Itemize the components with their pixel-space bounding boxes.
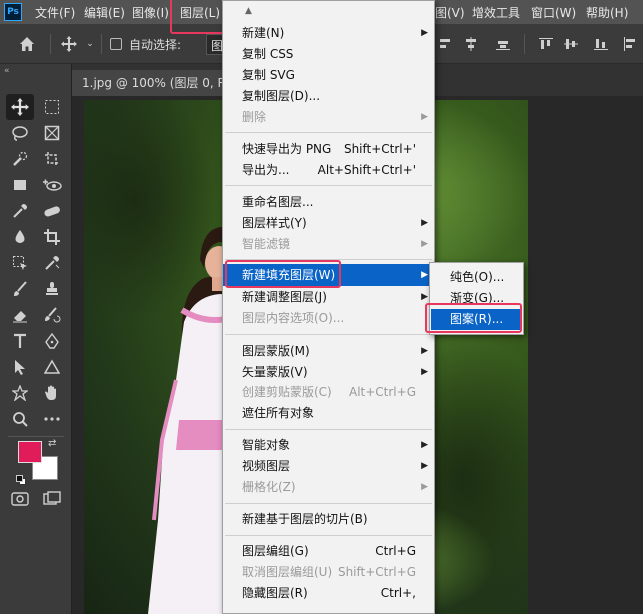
menu-item-copy-svg[interactable]: 复制 SVG: [223, 65, 434, 86]
distribute-vertical-center-icon[interactable]: [563, 36, 579, 52]
lasso-tool-icon[interactable]: [6, 120, 34, 146]
menu-item-hide-layers[interactable]: 隐藏图层(R) Ctrl+,: [223, 583, 434, 604]
more-tools-icon[interactable]: [38, 406, 66, 432]
menu-item-video-layers[interactable]: 视频图层 ▶: [223, 456, 434, 477]
brush-tool-icon[interactable]: [6, 276, 34, 302]
auto-select-label: 自动选择:: [129, 38, 182, 52]
layer-menu-dropdown: ▲ 新建(N) ▶ 复制 CSS 复制 SVG 复制图层(D)... 删除 ▶ 快速…: [222, 0, 435, 614]
custom-shape-tool-icon[interactable]: [6, 380, 34, 406]
spot-healing-tool-icon[interactable]: [38, 198, 66, 224]
home-icon[interactable]: [14, 34, 40, 54]
menu-item-rename-layer[interactable]: 重命名图层...: [223, 192, 434, 213]
hand-tool-icon[interactable]: [38, 380, 66, 406]
menu-item-copy-css[interactable]: 复制 CSS: [223, 44, 434, 65]
menu-item-create-clipping-mask[interactable]: 创建剪贴蒙版(C) Alt+Ctrl+G: [223, 382, 434, 403]
menu-item-export-as[interactable]: 导出为... Alt+Shift+Ctrl+': [223, 160, 434, 181]
frame-rectangle-tool-icon[interactable]: [6, 172, 34, 198]
menu-item-new[interactable]: 新建(N) ▶: [223, 23, 434, 44]
document-tab[interactable]: 1.jpg @ 100% (图层 0, R: [72, 70, 222, 96]
zoom-tool-icon[interactable]: [6, 406, 34, 432]
menu-item-layer-mask[interactable]: 图层蒙版(M) ▶: [223, 341, 434, 362]
menu-item-smart-filter[interactable]: 智能滤镜 ▶: [223, 234, 434, 255]
submenu-arrow-icon: ▶: [421, 218, 428, 228]
quick-selection-tool-icon[interactable]: [6, 146, 34, 172]
scroll-up-arrow-icon[interactable]: ▲: [245, 6, 252, 16]
menu-item-ungroup-layers[interactable]: 取消图层编组(U) Shift+Ctrl+G: [223, 562, 434, 583]
menu-window[interactable]: 窗口(W): [531, 4, 576, 21]
align-horizontal-center-icon[interactable]: [463, 36, 479, 52]
move-tool-icon[interactable]: [58, 34, 80, 54]
clone-stamp-tool-icon[interactable]: [38, 276, 66, 302]
color-sampler-tool-icon[interactable]: [38, 250, 66, 276]
crop-slice-tool-icon[interactable]: [38, 146, 66, 172]
default-colors-icon[interactable]: [16, 470, 26, 485]
submenu-arrow-icon: ▶: [421, 239, 428, 249]
distribute-top-icon[interactable]: [538, 36, 554, 52]
screen-mode-icon[interactable]: [38, 486, 66, 512]
eraser-tool-icon[interactable]: [6, 302, 34, 328]
menu-item-rasterize[interactable]: 栅格化(Z) ▶: [223, 477, 434, 498]
rectangular-marquee-tool-icon[interactable]: [38, 94, 66, 120]
menu-item-smart-objects[interactable]: 智能对象 ▶: [223, 435, 434, 456]
fill-layer-highlight: [225, 260, 341, 288]
submenu-item-solid-color[interactable]: 纯色(O)...: [431, 267, 522, 288]
tool-preset-chevron-icon[interactable]: ⌄: [84, 37, 96, 51]
menu-item-layer-content-options[interactable]: 图层内容选项(O)...: [223, 308, 434, 329]
blur-tool-icon[interactable]: [6, 224, 34, 250]
menu-edit[interactable]: 编辑(E): [84, 4, 125, 21]
menu-item-new-layer-based-slice[interactable]: 新建基于图层的切片(B): [223, 509, 434, 530]
tools-panel: « ⇄: [0, 64, 72, 614]
type-tool-icon[interactable]: [6, 328, 34, 354]
submenu-arrow-icon: ▶: [421, 270, 428, 280]
photoshop-logo-icon: Ps: [4, 3, 22, 21]
eyedropper-tool-icon[interactable]: [6, 198, 34, 224]
submenu-arrow-icon: ▶: [421, 112, 428, 122]
align-bottom-icon[interactable]: [495, 36, 511, 52]
submenu-arrow-icon: ▶: [421, 482, 428, 492]
menu-item-duplicate-layer[interactable]: 复制图层(D)...: [223, 86, 434, 107]
distribute-bottom-icon[interactable]: [593, 36, 609, 52]
triangle-shape-tool-icon[interactable]: [38, 354, 66, 380]
menu-file[interactable]: 文件(F): [35, 4, 75, 21]
menu-item-new-adjustment-layer[interactable]: 新建调整图层(J) ▶: [223, 287, 434, 308]
align-left-icon[interactable]: [437, 36, 453, 52]
object-selection-tool-icon[interactable]: [6, 250, 34, 276]
submenu-arrow-icon: ▶: [421, 461, 428, 471]
menu-item-quick-export-png[interactable]: 快速导出为 PNG Shift+Ctrl+': [223, 139, 434, 160]
submenu-arrow-icon: ▶: [421, 28, 428, 38]
menu-image[interactable]: 图像(I): [132, 4, 169, 21]
history-brush-tool-icon[interactable]: [38, 302, 66, 328]
path-selection-tool-icon[interactable]: [6, 354, 34, 380]
collapse-panel-icon[interactable]: «: [4, 66, 10, 76]
menu-plugins[interactable]: 增效工具: [472, 4, 520, 21]
eye-measure-tool-icon[interactable]: [38, 172, 66, 198]
submenu-arrow-icon: ▶: [421, 346, 428, 356]
quick-mask-icon[interactable]: [6, 486, 34, 512]
distribute-left-icon[interactable]: [622, 36, 638, 52]
pattern-highlight: [425, 303, 522, 333]
menu-item-group-layers[interactable]: 图层编组(G) Ctrl+G: [223, 541, 434, 562]
menu-help[interactable]: 帮助(H): [586, 4, 628, 21]
submenu-arrow-icon: ▶: [421, 440, 428, 450]
move-tool-icon[interactable]: [6, 94, 34, 120]
foreground-color-swatch[interactable]: [18, 441, 42, 463]
menu-item-vector-mask[interactable]: 矢量蒙版(V) ▶: [223, 362, 434, 383]
swap-colors-icon[interactable]: ⇄: [48, 438, 56, 449]
pen-tool-icon[interactable]: [38, 328, 66, 354]
menu-item-mask-all-objects[interactable]: 遮住所有对象: [223, 403, 434, 424]
photoshop-window: Ps 文件(F) 编辑(E) 图像(I) 图层(L) 图(V) 增效工具 窗口(…: [0, 0, 643, 614]
frame-tool-icon[interactable]: [38, 120, 66, 146]
submenu-arrow-icon: ▶: [421, 367, 428, 377]
menu-item-delete[interactable]: 删除 ▶: [223, 107, 434, 128]
menu-view[interactable]: 图(V): [435, 4, 465, 21]
crop-tool-icon[interactable]: [38, 224, 66, 250]
auto-select-checkbox[interactable]: [110, 38, 122, 50]
menu-item-layer-style[interactable]: 图层样式(Y) ▶: [223, 213, 434, 234]
